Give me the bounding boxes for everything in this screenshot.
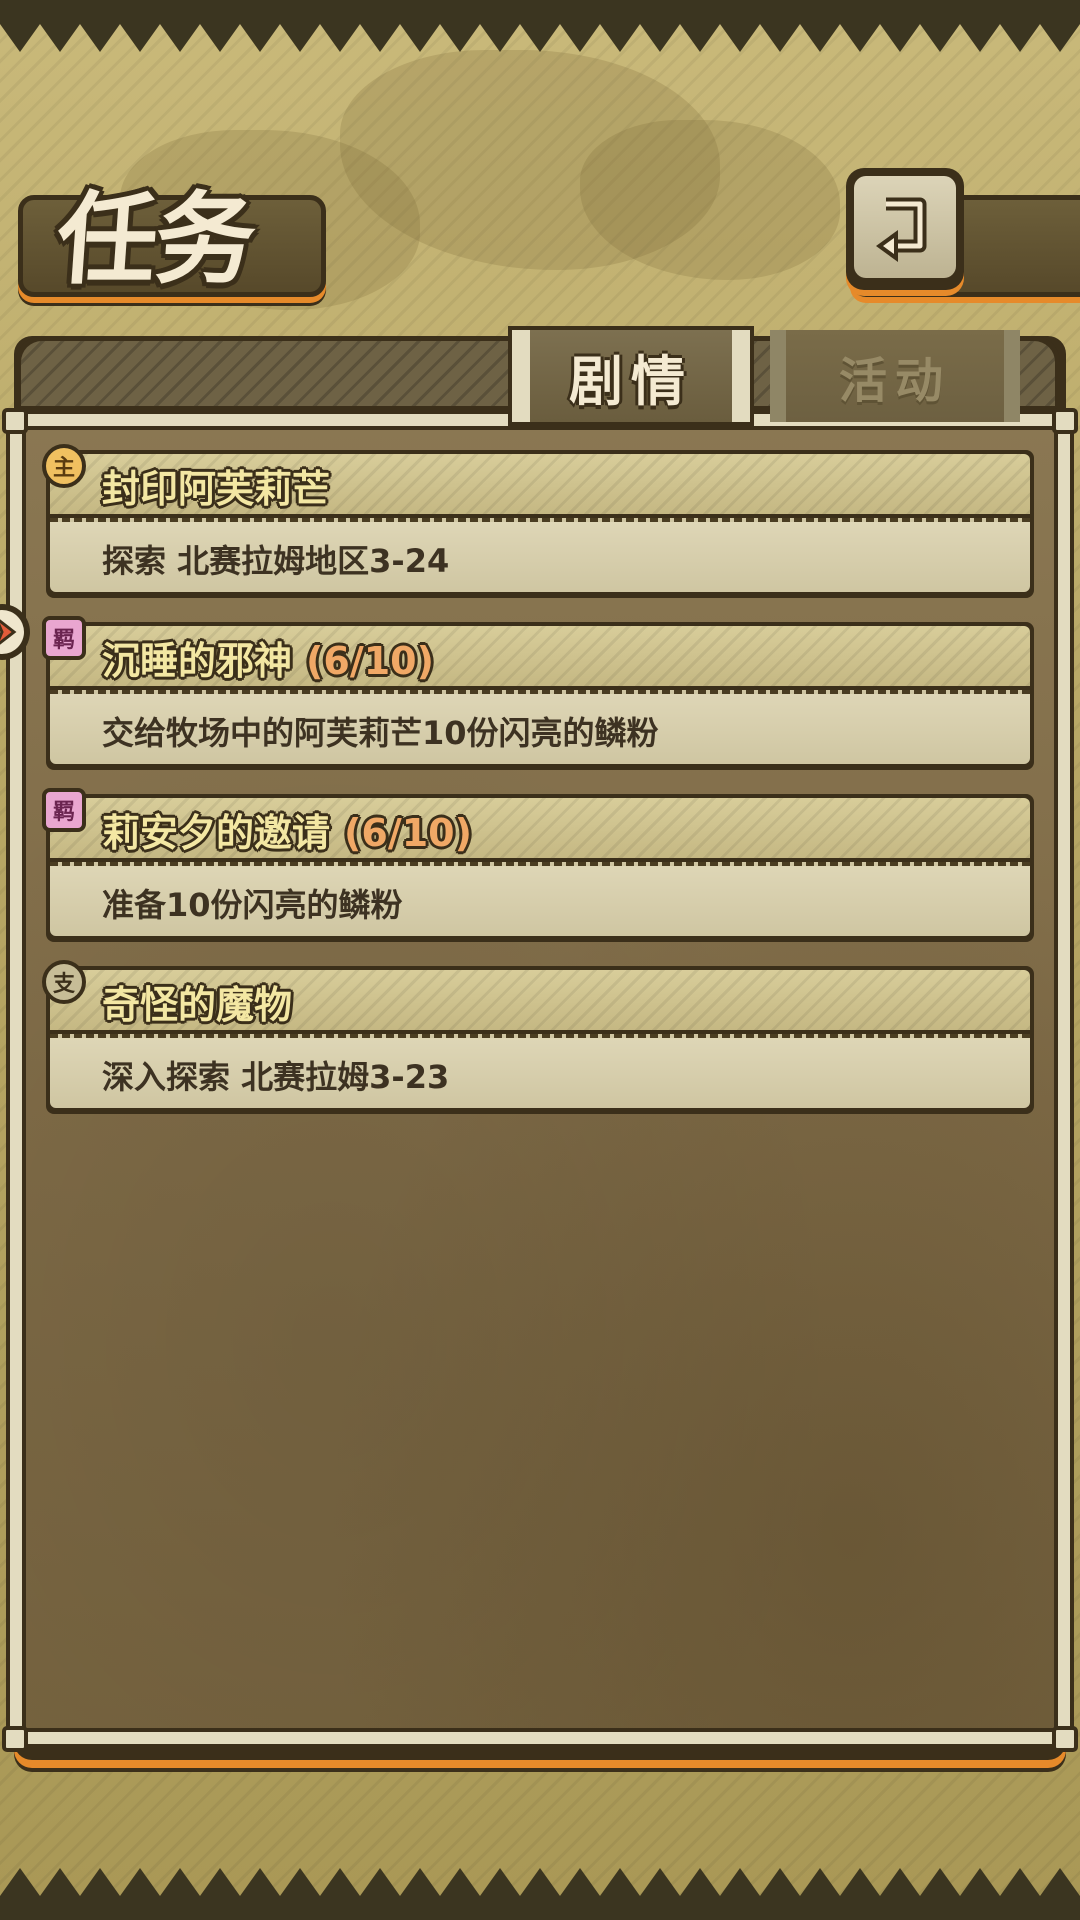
quest-type-badge: 主 [42, 444, 86, 488]
quest-title: 沉睡的邪神 (6/10) [102, 630, 434, 685]
quest-title: 莉安夕的邀请 (6/10) [102, 802, 472, 857]
tab-events-label: 活动 [838, 353, 951, 409]
back-arrow-icon [876, 197, 927, 262]
tab-events[interactable]: 活动 [770, 330, 1020, 422]
quest-title-text: 沉睡的邪神 [102, 639, 293, 683]
quest-item[interactable]: 羁 莉安夕的邀请 (6/10) 准备10份闪亮的鳞粉 [42, 788, 1034, 942]
quest-description: 探索 北赛拉姆地区3-24 [102, 542, 450, 580]
quest-item[interactable]: 主 封印阿芙莉芒 探索 北赛拉姆地区3-24 [42, 444, 1034, 598]
rail-corner [1052, 1726, 1078, 1752]
tab-story[interactable]: 剧情 [508, 326, 754, 426]
rail-corner [1052, 408, 1078, 434]
quest-title: 奇怪的魔物 [102, 974, 306, 1029]
back-button[interactable] [846, 168, 964, 290]
quest-title-text: 莉安夕的邀请 [102, 811, 331, 855]
quest-progress: (6/10) [344, 811, 472, 855]
quest-list: 主 封印阿芙莉芒 探索 北赛拉姆地区3-24 羁 沉睡的邪神 (6/10) 交给牧… [42, 444, 1038, 1138]
quest-title-text: 封印阿芙莉芒 [102, 467, 331, 511]
quest-title: 封印阿芙莉芒 [102, 458, 344, 513]
jagged-bottom-border [0, 1860, 1080, 1920]
panel-right-rail [1054, 418, 1074, 1736]
chevron-right-icon [0, 619, 17, 645]
quest-title-text: 奇怪的魔物 [102, 983, 293, 1027]
tab-story-label: 剧情 [569, 349, 693, 413]
quest-type-badge: 羁 [42, 788, 86, 832]
quest-type-badge: 羁 [42, 616, 86, 660]
quest-description: 准备10份闪亮的鳞粉 [102, 886, 403, 924]
quest-type-badge: 支 [42, 960, 86, 1004]
jagged-top-border [0, 0, 1080, 60]
quest-progress: (6/10) [306, 639, 434, 683]
quest-description: 交给牧场中的阿芙莉芒10份闪亮的鳞粉 [102, 714, 659, 752]
panel-bottom-rail [10, 1728, 1070, 1748]
quest-item[interactable]: 羁 沉睡的邪神 (6/10) 交给牧场中的阿芙莉芒10份闪亮的鳞粉 [42, 616, 1034, 770]
page-title: 任务 [53, 180, 258, 298]
quest-description: 深入探索 北赛拉姆3-23 [102, 1058, 450, 1096]
rail-corner [2, 408, 28, 434]
rail-corner [2, 1726, 28, 1752]
quest-item[interactable]: 支 奇怪的魔物 深入探索 北赛拉姆3-23 [42, 960, 1034, 1114]
